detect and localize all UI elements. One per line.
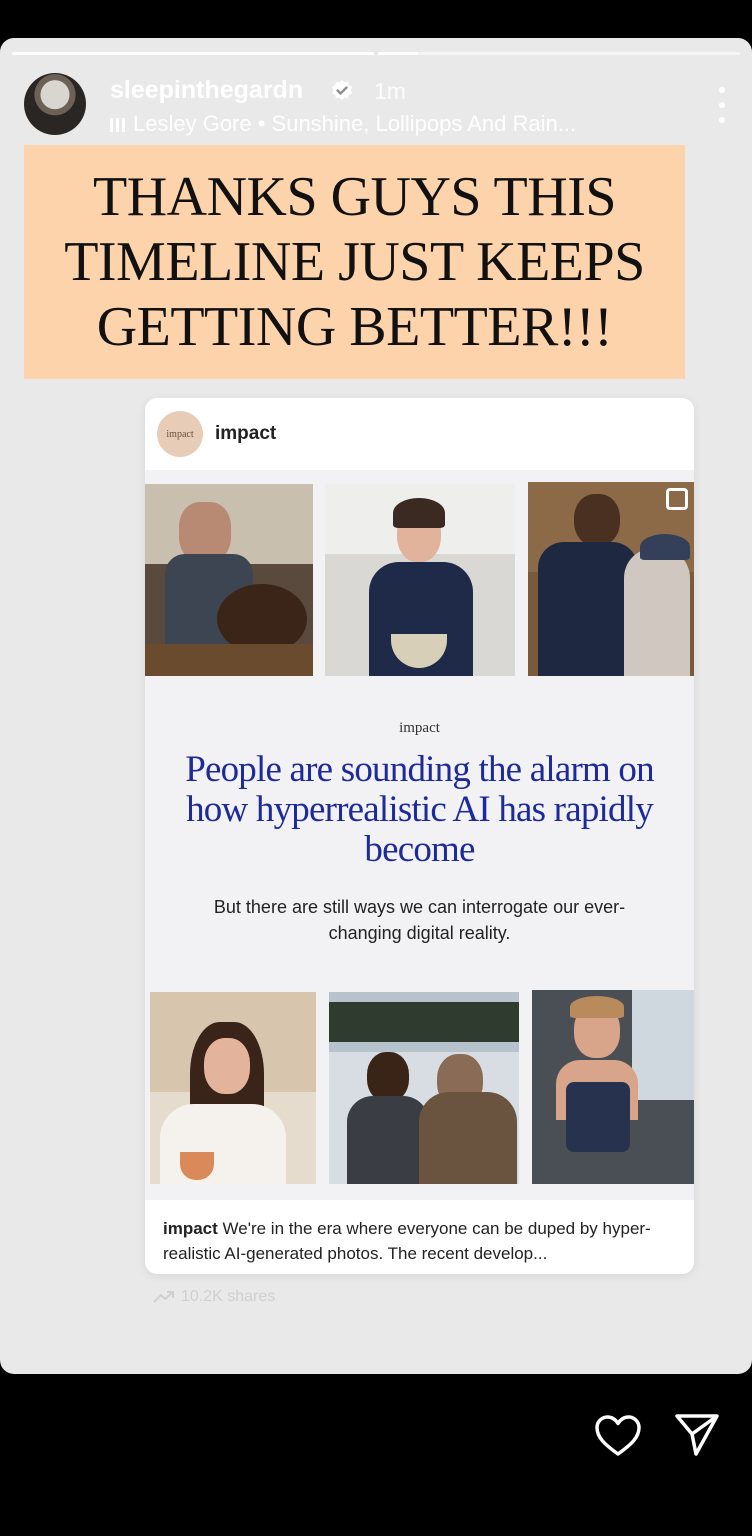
shared-post-card[interactable]: impact impact impact People are sounding… <box>145 398 694 1274</box>
shared-post-header[interactable]: impact impact <box>145 398 694 470</box>
photo-couple-library <box>528 482 694 676</box>
shared-account-name[interactable]: impact <box>215 423 276 445</box>
music-title: Lesley Gore • Sunshine, Lollipops And Ra… <box>133 111 577 136</box>
send-icon[interactable] <box>674 1412 720 1458</box>
username[interactable]: sleepinthegardn <box>110 76 303 105</box>
shared-post-image[interactable]: impact People are sounding the alarm on … <box>145 470 694 1200</box>
top-safe-area <box>0 0 752 38</box>
shares-count: 10.2K shares <box>153 1288 275 1306</box>
story-progress-bar <box>12 52 740 55</box>
text-banner: THANKS GUYS THIS TIMELINE JUST KEEPS GET… <box>24 145 685 379</box>
post-caption: impact We're in the era where everyone c… <box>163 1216 680 1266</box>
music-sticker[interactable]: Lesley Gore • Sunshine, Lollipops And Ra… <box>110 111 576 137</box>
post-brand: impact <box>399 720 440 736</box>
photo-woman-restaurant <box>150 992 316 1184</box>
photo-woman-baking <box>325 484 515 676</box>
photo-two-men-snow <box>329 992 519 1184</box>
story-header: sleepinthegardn 1m Lesley Gore • Sunshin… <box>24 73 728 137</box>
verified-badge-icon <box>332 80 352 100</box>
caption-text: We're in the era where everyone can be d… <box>163 1219 651 1263</box>
shared-account-avatar[interactable]: impact <box>157 411 203 457</box>
post-subheadline: But there are still ways we can interrog… <box>213 897 626 943</box>
more-options-icon[interactable] <box>716 87 728 123</box>
music-bars-icon <box>110 116 125 132</box>
photo-man-with-dog <box>145 484 313 676</box>
photo-woman-gym <box>532 990 694 1184</box>
progress-segment <box>12 52 374 55</box>
caption-username[interactable]: impact <box>163 1219 218 1238</box>
banner-text: THANKS GUYS THIS TIMELINE JUST KEEPS GET… <box>64 165 645 358</box>
post-time: 1m <box>374 78 406 104</box>
multiple-photos-icon <box>666 488 688 510</box>
trending-icon <box>153 1291 174 1303</box>
shares-text: 10.2K shares <box>181 1288 276 1305</box>
avatar-text: impact <box>166 428 194 440</box>
heart-icon[interactable] <box>594 1414 642 1458</box>
profile-avatar[interactable] <box>24 73 86 135</box>
progress-segment <box>378 52 740 55</box>
post-headline: People are sounding the alarm on how hyp… <box>185 749 654 870</box>
